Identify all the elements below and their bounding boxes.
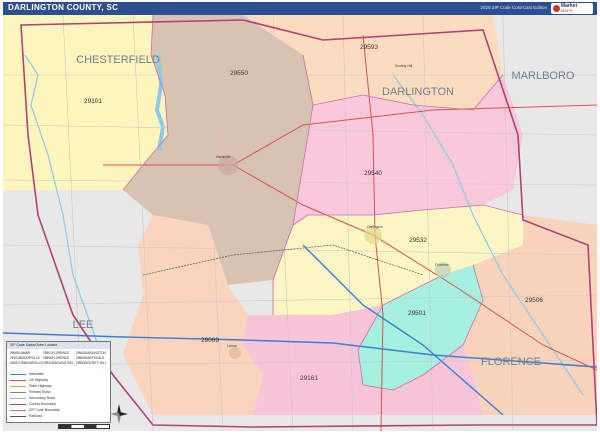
legend-label: US Highway	[29, 378, 49, 382]
legend-label: Secondary Road	[29, 396, 56, 400]
publisher-logo: Market MAPS	[551, 3, 593, 14]
city-label: Society Hill	[395, 64, 413, 68]
legend-item: Secondary Road	[7, 396, 107, 400]
legend-title: ZIP Code Sales/Order Locator	[7, 342, 110, 349]
logo-seal-icon	[553, 5, 560, 12]
legend-swatch	[10, 398, 26, 399]
legend-zip-place: TIMMONSVILLE	[19, 361, 43, 365]
compass-rose-icon	[110, 404, 128, 424]
legend-zip-place: DARLINGTON	[85, 351, 106, 355]
legend-swatch	[10, 416, 26, 417]
legend-zip-place: BISHOPVILLE	[19, 356, 40, 360]
legend-zip-place: FLORENCE	[52, 356, 70, 360]
county-label-lee: LEE	[73, 319, 94, 331]
legend-item: ZIP Code Boundary	[7, 408, 107, 412]
legend-zip-table: 29069 LAMAR 29101 BISHOPVILLE 29161 TIMMONSVI…	[10, 351, 107, 371]
county-label-florence: FLORENCE	[481, 356, 541, 368]
county-label-darlington: DARLINGTON	[382, 86, 454, 98]
zip-label: 29532	[409, 237, 427, 244]
legend-swatch	[10, 386, 26, 387]
legend-swatch	[10, 410, 26, 411]
city-label: Hartsville	[216, 155, 230, 159]
legend-zip-place: HARTSVILLE	[85, 356, 105, 360]
zip-label: 29161	[300, 375, 318, 382]
edition-label: 2020 ZIP Code ColorCast Edition	[480, 5, 547, 10]
city-label: Lamar	[227, 344, 238, 348]
legend-item: State Highway	[7, 384, 107, 388]
logo-text-2: MAPS	[561, 8, 573, 13]
legend-item: Interstate	[7, 372, 107, 376]
legend-swatch	[10, 404, 26, 405]
city-area-lamar	[229, 347, 241, 359]
city-label: Florence	[435, 263, 449, 267]
legend-swatch	[10, 380, 26, 381]
zip-label: 29540	[364, 170, 382, 177]
legend-label: ZIP Code Boundary	[29, 408, 60, 412]
legend-item: Railroad	[7, 414, 107, 418]
legend-label: Interstate	[29, 372, 44, 376]
legend-swatch	[10, 392, 26, 393]
scale-bar	[58, 424, 110, 429]
legend-label: County Boundary	[29, 402, 57, 406]
legend-label: Primary Road	[29, 390, 51, 394]
title-bar: DARLINGTON COUNTY, SC 2020 ZIP Code Colo…	[3, 2, 597, 15]
legend-label: State Highway	[29, 384, 52, 388]
legend-item: US Highway	[7, 378, 107, 382]
zip-label: 29506	[525, 297, 543, 304]
zip-label: 29550	[230, 70, 248, 77]
zip-label: 29069	[201, 337, 219, 344]
zip-label: 29501	[408, 310, 426, 317]
legend-zip-place: FLORENCE	[52, 351, 70, 355]
zip-label: 29101	[84, 98, 102, 105]
zip-label: 29593	[360, 44, 378, 51]
legend-item: County Boundary	[7, 402, 107, 406]
legend-zip-place: SOCIETY HILL	[85, 361, 107, 365]
legend-item: Primary Road	[7, 390, 107, 394]
legend-zip-place: LAMAR	[19, 351, 30, 355]
county-label-marlboro: MARLBORO	[512, 70, 575, 82]
map-legend: ZIP Code Sales/Order Locator 29069 LAMAR 2…	[6, 341, 111, 423]
legend-zip-place: DARLINGTON	[52, 361, 73, 365]
map-page: DARLINGTON COUNTY, SC 2020 ZIP Code Colo…	[0, 0, 600, 433]
map-title: DARLINGTON COUNTY, SC	[8, 3, 119, 12]
legend-swatch	[10, 374, 26, 375]
county-label-chesterfield: CHESTERFIELD	[76, 54, 160, 66]
city-label: Darlington	[367, 225, 383, 229]
legend-label: Railroad	[29, 414, 43, 418]
